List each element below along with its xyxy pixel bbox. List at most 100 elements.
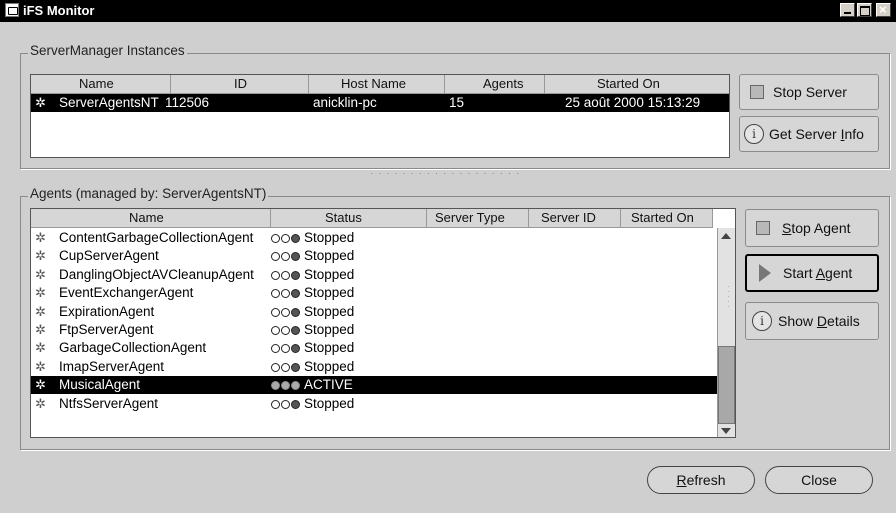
server-started-on: 25 août 2000 15:13:29 [565,95,701,110]
close-icon: × [879,2,887,17]
vertical-scrollbar[interactable] [717,228,735,437]
status-light-icon [271,307,280,317]
status-indicator: Stopped [271,358,354,376]
app-icon [5,3,19,17]
close-window-button[interactable]: × [876,2,891,17]
status-light-icon [291,362,300,372]
agent-status: Stopped [304,303,355,319]
table-row[interactable]: ✲ ContentGarbageCollectionAgent Stopped [31,229,717,247]
horizontal-splitter[interactable]: · · · · · · · · · · · · · · · · · · · [370,168,520,179]
agent-status: Stopped [304,285,355,301]
status-light-icon [271,362,280,372]
table-row[interactable]: ✲ CupServerAgent Stopped [31,247,717,265]
agent-name: NtfsServerAgent [59,395,159,411]
column-header-started-on[interactable]: Started On [545,75,729,94]
info-icon: i [744,124,764,144]
gear-icon: ✲ [35,358,46,374]
stop-square-icon [750,85,764,99]
gear-icon: ✲ [35,377,46,393]
status-light-icon [271,270,280,280]
status-indicator: Stopped [271,303,354,321]
status-light-icon [291,252,300,262]
table-row[interactable]: ✲ EventExchangerAgent Stopped [31,284,717,302]
agent-name: MusicalAgent [59,377,141,393]
status-light-icon [291,289,300,299]
agent-status: Stopped [304,340,355,356]
status-light-icon [291,307,300,317]
column-header-server-id[interactable]: Server ID [529,209,621,228]
column-header-host-name[interactable]: Host Name [309,75,445,94]
minimize-button[interactable] [840,3,855,17]
column-header-agents[interactable]: Agents [445,75,545,94]
server-manager-legend: ServerManager Instances [28,43,187,58]
table-row[interactable]: ✲ DanglingObjectAVCleanupAgent Stopped [31,266,717,284]
status-indicator: Stopped [271,266,354,284]
stop-agent-button[interactable]: Stop Agent [745,209,879,247]
status-light-icon [281,252,290,262]
status-light-icon [291,399,300,409]
gear-icon: ✲ [35,395,46,411]
status-light-icon [281,289,290,299]
table-row[interactable]: ✲ FtpServerAgent Stopped [31,321,717,339]
show-details-button[interactable]: i Show Details [745,302,879,340]
server-host: anicklin-pc [313,95,377,110]
agent-status: ACTIVE [304,377,353,393]
play-icon [759,264,771,282]
gear-icon: ✲ [35,248,46,264]
scrollbar-thumb[interactable] [718,346,735,424]
maximize-button[interactable] [857,3,872,17]
column-header-id[interactable]: ID [171,75,309,94]
status-light-icon [281,344,290,354]
status-indicator: Stopped [271,321,354,339]
table-row[interactable]: ✲ MusicalAgent ACTIVE [31,376,717,395]
status-light-icon [271,252,280,262]
refresh-button[interactable]: Refresh [647,466,755,494]
gear-icon: ✲ [35,340,46,356]
status-indicator: Stopped [271,284,354,302]
table-row[interactable]: ✲ ImapServerAgent Stopped [31,358,717,376]
agent-status: Stopped [304,248,355,264]
scroll-down-icon[interactable] [721,428,731,434]
status-light-icon [281,326,290,335]
title-bar[interactable]: iFS Monitor × [0,0,896,22]
status-light-icon [291,344,300,354]
server-agents: 15 [449,95,465,110]
status-light-icon [291,270,300,280]
info-icon: i [752,311,772,331]
table-row[interactable]: ✲ ExpirationAgent Stopped [31,303,717,321]
gear-icon: ✲ [35,95,46,110]
agents-legend: Agents (managed by: ServerAgentsNT) [28,186,269,201]
gear-icon: ✲ [35,230,46,245]
agent-status: Stopped [304,266,355,282]
column-header-status[interactable]: Status [271,209,427,228]
status-light-icon [291,234,300,243]
table-row[interactable]: ✲ GarbageCollectionAgent Stopped [31,339,717,357]
status-light-icon [291,381,300,391]
gear-icon: ✲ [35,285,46,301]
table-row[interactable]: ✲ ServerAgentsNT 112506 anicklin-pc 15 2… [31,94,729,112]
close-button[interactable]: Close [765,466,873,494]
agent-name: ImapServerAgent [59,358,165,374]
column-header-name[interactable]: Name [31,209,271,228]
start-agent-button[interactable]: Start Agent [745,254,879,292]
scroll-up-icon[interactable] [721,233,731,239]
status-light-icon [281,234,290,243]
status-indicator: Stopped [271,339,354,357]
vertical-splitter[interactable]: · · · · · [727,283,730,311]
table-row[interactable]: ✲ NtfsServerAgent Stopped [31,395,717,413]
gear-icon: ✲ [35,303,46,319]
status-light-icon [281,399,290,409]
column-header-server-type[interactable]: Server Type [427,209,529,228]
column-header-started-on[interactable]: Started On [621,209,713,228]
status-light-icon [271,381,280,391]
agent-name: DanglingObjectAVCleanupAgent [59,266,254,282]
status-indicator: Stopped [271,229,354,247]
stop-square-icon [756,221,770,235]
stop-server-button[interactable]: Stop Server [739,74,879,110]
status-light-icon [271,399,280,409]
gear-icon: ✲ [35,266,46,282]
get-server-info-button[interactable]: i Get Server Info [739,116,879,152]
agent-status: Stopped [304,395,355,411]
status-indicator: Stopped [271,395,354,413]
column-header-name[interactable]: Name [31,75,171,94]
